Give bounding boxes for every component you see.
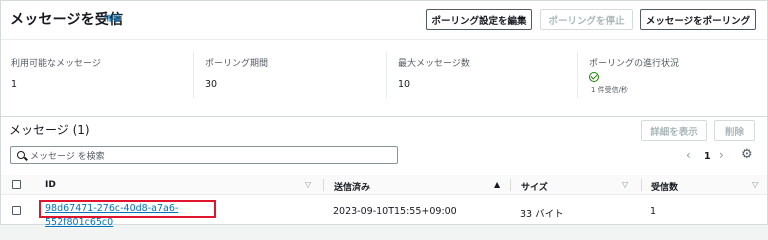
previous-page-icon[interactable]: ‹ <box>686 148 691 162</box>
gear-icon[interactable]: ⚙ <box>741 147 753 162</box>
view-details-button[interactable]: 詳細を表示 <box>641 120 707 141</box>
next-page-icon[interactable]: › <box>719 148 724 162</box>
messages-title: メッセージ (1) <box>9 123 90 137</box>
search-input[interactable]: メッセージ を検索 <box>10 146 398 164</box>
message-id-link[interactable]: 98d67471-276c-40d8-a7a6-552f801c65c0 <box>39 200 216 228</box>
size-cell: 33 バイト <box>520 209 564 220</box>
column-divider <box>577 52 578 98</box>
polling-progress-label: ポーリングの進行状況 <box>589 59 680 69</box>
search-icon <box>17 151 25 159</box>
edit-polling-settings-button[interactable]: ポーリング設定を編集 <box>426 9 532 30</box>
column-resizer[interactable] <box>641 179 642 191</box>
status-success-icon <box>589 72 599 82</box>
sort-ascending-icon[interactable]: ▲ <box>494 180 500 189</box>
max-messages-value: 10 <box>398 79 411 90</box>
column-header-size[interactable]: サイズ <box>521 180 548 193</box>
delete-button[interactable]: 削除 <box>714 120 755 141</box>
sent-cell: 2023-09-10T15:55+09:00 <box>333 206 457 217</box>
column-header-receive-count[interactable]: 受信数 <box>651 180 678 193</box>
info-link[interactable]: 情報 <box>104 13 120 24</box>
available-messages-value: 1 <box>11 79 18 90</box>
search-placeholder: メッセージ を検索 <box>30 152 105 162</box>
select-all-checkbox[interactable] <box>12 180 21 189</box>
column-header-sent[interactable]: 送信済み <box>334 180 370 193</box>
column-resizer[interactable] <box>323 179 324 191</box>
sort-icon[interactable]: ▽ <box>622 180 628 189</box>
stop-polling-button[interactable]: ポーリングを停止 <box>540 9 633 30</box>
sort-icon[interactable]: ▽ <box>305 180 311 189</box>
column-header-id[interactable]: ID <box>45 180 56 190</box>
table-header: ID ▽ 送信済み ▲ サイズ ▽ 受信数 ▽ <box>1 175 767 195</box>
sort-icon[interactable]: ▽ <box>752 180 758 189</box>
column-divider <box>386 52 387 98</box>
column-divider <box>193 52 194 98</box>
polling-duration-value: 30 <box>205 79 218 90</box>
row-checkbox[interactable] <box>12 206 21 215</box>
polling-progress-rate: 1 件受信/秒 <box>591 86 629 94</box>
poll-messages-button[interactable]: メッセージをポーリング <box>640 9 756 30</box>
column-resizer[interactable] <box>510 179 511 191</box>
receive-messages-panel: メッセージを受信 情報 ポーリング設定を編集 ポーリングを停止 メッセージをポー… <box>0 0 768 117</box>
available-messages-label: 利用可能なメッセージ <box>11 59 101 69</box>
divider <box>1 39 767 40</box>
polling-duration-label: ポーリング期間 <box>205 59 269 69</box>
page-number[interactable]: 1 <box>704 151 711 162</box>
max-messages-label: 最大メッセージ数 <box>398 59 470 69</box>
receive-count-cell: 1 <box>650 206 657 217</box>
